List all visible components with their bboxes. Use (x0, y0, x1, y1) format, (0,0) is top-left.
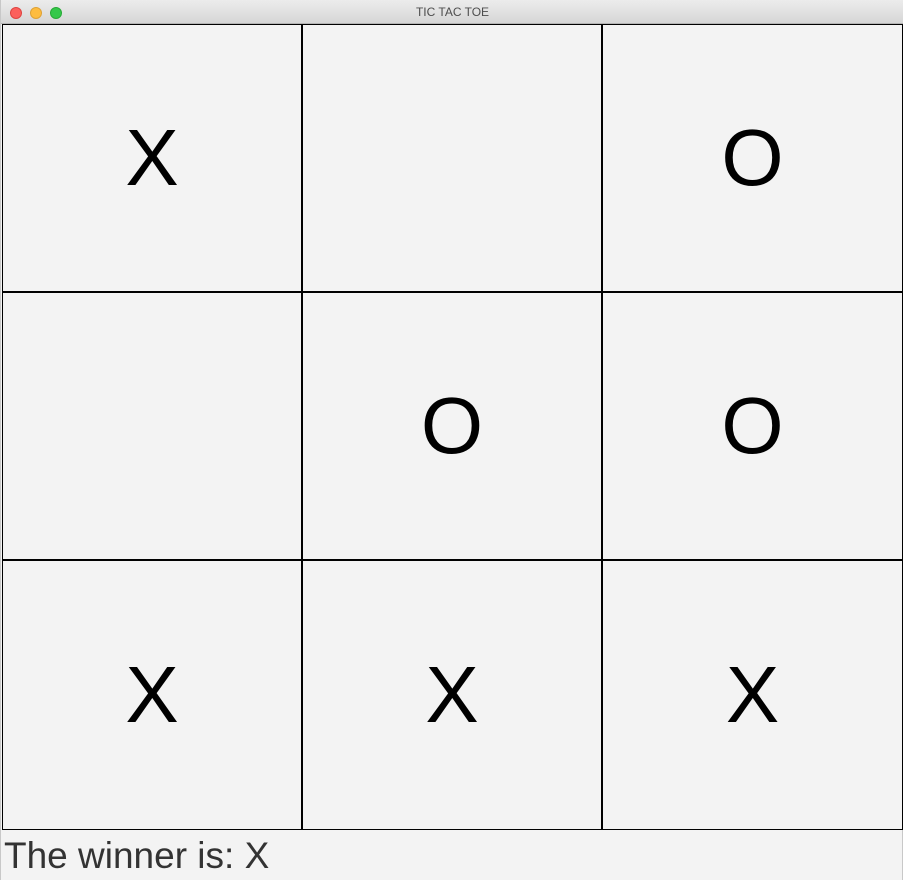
cell-row3-col3[interactable]: X (602, 560, 903, 830)
window-title: TIC TAC TOE (415, 5, 490, 19)
cell-row2-col2[interactable]: O (302, 292, 602, 560)
cell-row1-col2[interactable] (302, 24, 602, 292)
tic-tac-toe-board: X O O O X X X (2, 24, 903, 830)
game-window: TIC TAC TOE X O O O X X X The winner is:… (0, 0, 903, 880)
title-bar[interactable]: TIC TAC TOE (1, 0, 903, 24)
cell-row2-col1[interactable] (2, 292, 302, 560)
cell-row3-col1[interactable]: X (2, 560, 302, 830)
cell-row1-col1[interactable]: X (2, 24, 302, 292)
cell-row1-col3[interactable]: O (602, 24, 903, 292)
winner-status-label: The winner is: X (4, 835, 270, 876)
cell-row3-col2[interactable]: X (302, 560, 602, 830)
cell-row2-col3[interactable]: O (602, 292, 903, 560)
